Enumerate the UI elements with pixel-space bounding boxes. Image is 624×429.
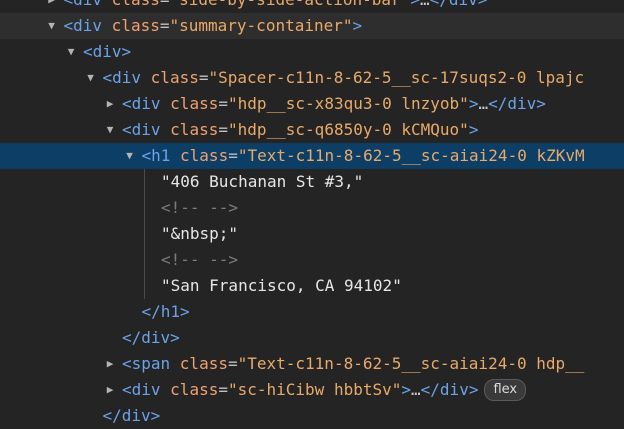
token-ellip: … xyxy=(411,380,421,399)
token-tag: > xyxy=(401,380,412,399)
dom-node-text: "406 Buchanan St #3," xyxy=(161,169,363,195)
token-val: "sc-hiCibw hbbtSv" xyxy=(227,380,402,399)
dom-node-row[interactable]: ▼ <h1 class="Text-c11n-8-62-5__sc-aiai24-… xyxy=(0,143,624,169)
expand-triangle-icon[interactable]: ▼ xyxy=(84,65,98,91)
dom-node-row[interactable]: ▼ <div class="Spacer-c11n-8-62-5__sc-17su… xyxy=(0,65,624,91)
token-tag: > xyxy=(468,94,479,113)
token-tag: </div> xyxy=(488,94,546,113)
collapse-triangle-icon[interactable]: ▶ xyxy=(103,351,117,377)
token-tag: <h1 xyxy=(141,146,181,165)
token-tag: <div xyxy=(122,380,171,399)
dom-node-row[interactable]: ▼ <div class="summary-container"> xyxy=(0,13,624,39)
expand-triangle-icon[interactable]: ▼ xyxy=(103,117,117,143)
token-tag: </div> xyxy=(102,406,161,425)
token-attr: class xyxy=(170,94,219,113)
token-attr: class xyxy=(170,120,219,139)
token-tag: > xyxy=(410,0,420,9)
token-tag: </div> xyxy=(430,0,488,9)
token-val: "summary-container" xyxy=(169,16,353,35)
token-attr: class xyxy=(179,354,228,373)
token-punct: = xyxy=(218,380,228,399)
dom-node-row[interactable]: </h1> xyxy=(0,299,624,325)
token-tag: <div xyxy=(122,94,171,113)
token-val: "Spacer-c11n-8-62-5__sc-17suqs2-0 lpajc xyxy=(208,68,585,87)
dom-node-text: <!-- --> xyxy=(161,195,238,221)
token-tag: </h1> xyxy=(141,302,190,321)
flex-badge[interactable]: flex xyxy=(484,378,527,401)
token-punct: = xyxy=(218,94,228,113)
token-comment: <!-- --> xyxy=(161,198,239,217)
token-comment: <!-- --> xyxy=(161,250,239,269)
dom-node-text: "&nbsp;" xyxy=(161,221,238,247)
dom-node-text: <div class="sc-hiCibw hbbtSv">…</div> fle… xyxy=(122,377,527,403)
expand-triangle-icon[interactable]: ▼ xyxy=(45,13,59,39)
dom-node-row[interactable]: "San Francisco, CA 94102" xyxy=(0,273,624,299)
dom-node-text: <div class="hdp__sc-q6850y-0 kCMQuo"> xyxy=(122,117,478,143)
dom-node-row[interactable]: ▶ <div class="hdp__sc-x83qu3-0 lnzyob">…<… xyxy=(0,91,624,117)
token-tag: > xyxy=(352,16,363,35)
token-attr: class xyxy=(111,16,160,35)
token-val: "hdp__sc-q6850y-0 kCMQuo" xyxy=(227,120,469,139)
dom-node-text: <div class="summary-container"> xyxy=(64,13,363,39)
collapse-triangle-icon[interactable]: ▶ xyxy=(103,377,117,403)
indent-guide xyxy=(143,169,145,299)
dom-node-row[interactable]: <!-- --> xyxy=(0,195,624,221)
token-val: "hdp__sc-x83qu3-0 lnzyob" xyxy=(227,94,469,113)
dom-node-text: <div> xyxy=(83,39,131,65)
dom-node-row[interactable]: "406 Buchanan St #3," xyxy=(0,169,624,195)
token-tag: </div> xyxy=(122,328,180,347)
dom-node-row[interactable]: ▼ <div> xyxy=(0,39,624,65)
token-attr: class xyxy=(170,380,219,399)
expand-triangle-icon[interactable]: ▼ xyxy=(64,39,78,65)
dom-node-text: <h1 class="Text-c11n-8-62-5__sc-aiai24-0… xyxy=(142,143,585,169)
token-tag: </div> xyxy=(420,380,479,399)
token-val: "side-by-side-action-bar" xyxy=(169,0,410,9)
dom-node-row[interactable]: </div> xyxy=(0,325,624,351)
token-tag: <span xyxy=(122,354,180,373)
dom-node-row[interactable]: "&nbsp;" xyxy=(0,221,624,247)
dom-node-text: <!-- --> xyxy=(161,247,238,273)
token-val: "Text-c11n-8-62-5__sc-aiai24-0 kZKvM xyxy=(237,146,585,165)
token-tag: <div> xyxy=(83,42,132,61)
dom-node-text: "San Francisco, CA 94102" xyxy=(161,273,402,299)
token-tag: <div xyxy=(64,0,112,9)
dom-node-text: <div class="hdp__sc-x83qu3-0 lnzyob">…</… xyxy=(122,91,546,117)
dom-node-text: </div> xyxy=(122,325,180,351)
token-tag: > xyxy=(468,120,479,139)
elements-tree: ▶<div class="side-by-side-action-bar">…<… xyxy=(0,0,624,425)
token-attr: class xyxy=(150,68,199,87)
dom-node-text: <span class="Text-c11n-8-62-5__sc-aiai24… xyxy=(122,351,584,377)
token-val: "Text-c11n-8-62-5__sc-aiai24-0 hdp__ xyxy=(237,354,585,373)
token-attr: class xyxy=(112,0,160,9)
collapse-triangle-icon[interactable]: ▶ xyxy=(45,0,59,13)
token-ellip: … xyxy=(420,0,430,9)
dom-node-row[interactable]: ▼ <div class="hdp__sc-q6850y-0 kCMQuo"> xyxy=(0,117,624,143)
token-punct: = xyxy=(218,120,228,139)
dom-node-row[interactable]: ▶ <span class="Text-c11n-8-62-5__sc-aiai2… xyxy=(0,351,624,377)
token-attr: class xyxy=(180,146,229,165)
token-punct: = xyxy=(227,354,238,373)
dom-node-text: <div class="Spacer-c11n-8-62-5__sc-17suq… xyxy=(103,65,585,91)
token-punct: = xyxy=(228,146,238,165)
dom-node-row[interactable]: ▶ <div class="sc-hiCibw hbbtSv">…</div> fl… xyxy=(0,377,624,403)
token-tag: <div xyxy=(102,68,151,87)
dom-node-text: </h1> xyxy=(142,299,190,325)
dom-node-text: </div> xyxy=(103,403,161,429)
expand-triangle-icon[interactable]: ▼ xyxy=(123,143,137,169)
dom-node-text: <div class="side-by-side-action-bar">…</… xyxy=(64,0,488,13)
token-text: "San Francisco, CA 94102" xyxy=(161,276,402,295)
dom-node-row[interactable]: <!-- --> xyxy=(0,247,624,273)
collapse-triangle-icon[interactable]: ▶ xyxy=(103,91,117,117)
token-tag: <div xyxy=(122,120,171,139)
token-ellip: … xyxy=(478,94,489,113)
token-text: "406 Buchanan St #3," xyxy=(161,172,364,191)
dom-node-row[interactable]: ▶ <div class="side-by-side-action-bar">…<… xyxy=(0,0,624,13)
dom-node-row[interactable]: </div> xyxy=(0,403,624,429)
token-text: "&nbsp;" xyxy=(161,224,239,243)
token-tag: <div xyxy=(63,16,112,35)
